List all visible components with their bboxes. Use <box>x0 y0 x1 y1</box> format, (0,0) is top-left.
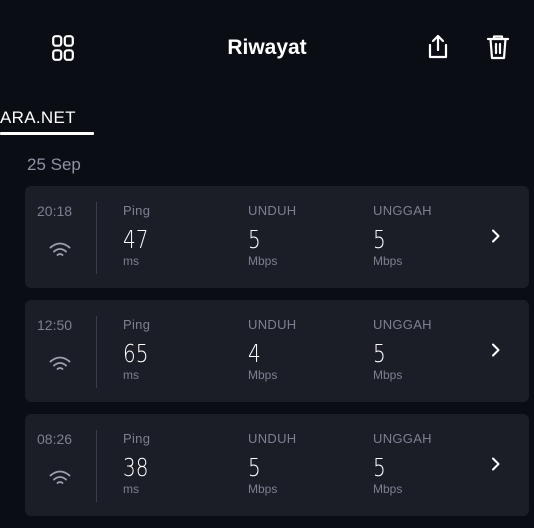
upload-label: UNGGAH <box>373 431 432 446</box>
card-divider <box>96 202 97 274</box>
share-icon[interactable] <box>426 33 450 61</box>
ping-unit: ms <box>123 368 139 382</box>
ping-metric: Ping 47 ms <box>123 203 155 268</box>
upload-unit: Mbps <box>373 482 403 496</box>
wifi-icon <box>49 356 71 370</box>
upload-value: 5 <box>373 225 386 254</box>
upload-unit: Mbps <box>373 254 403 268</box>
result-card[interactable]: 20:18 Ping 47 ms UNDUH 5 Mbps UNGGAH 5 M… <box>25 186 529 288</box>
chevron-right-icon[interactable] <box>491 229 501 243</box>
tab-indicator <box>0 132 94 135</box>
upload-metric: UNGGAH 5 Mbps <box>373 431 432 496</box>
upload-value: 5 <box>373 453 386 482</box>
upload-value: 5 <box>373 339 386 368</box>
download-unit: Mbps <box>248 482 278 496</box>
ping-label: Ping <box>123 203 151 218</box>
result-time: 20:18 <box>37 203 73 219</box>
page-title: Riwayat <box>227 36 307 59</box>
history-screen: Riwayat ARA.NET 25 Sep 20:18 Ping 47 ms <box>0 0 534 528</box>
result-time: 12:50 <box>37 317 73 333</box>
ping-label: Ping <box>123 317 151 332</box>
ping-metric: Ping 65 ms <box>123 317 155 382</box>
download-label: UNDUH <box>248 317 297 332</box>
card-divider <box>96 430 97 502</box>
chevron-right-icon[interactable] <box>491 343 501 357</box>
result-card[interactable]: 08:26 Ping 38 ms UNDUH 5 Mbps UNGGAH 5 M… <box>25 414 529 516</box>
ping-metric: Ping 38 ms <box>123 431 155 496</box>
ping-unit: ms <box>123 482 139 496</box>
upload-unit: Mbps <box>373 368 403 382</box>
upload-label: UNGGAH <box>373 317 432 332</box>
wifi-icon <box>49 470 71 484</box>
upload-metric: UNGGAH 5 Mbps <box>373 203 432 268</box>
wifi-icon <box>49 242 71 256</box>
download-value: 5 <box>248 453 261 482</box>
card-divider <box>96 316 97 388</box>
trash-icon[interactable] <box>486 34 510 60</box>
tab-network[interactable]: ARA.NET <box>0 108 76 128</box>
download-metric: UNDUH 4 Mbps <box>248 317 296 382</box>
download-unit: Mbps <box>248 254 278 268</box>
download-metric: UNDUH 5 Mbps <box>248 203 296 268</box>
result-card[interactable]: 12:50 Ping 65 ms UNDUH 4 Mbps UNGGAH 5 M… <box>25 300 529 402</box>
upload-metric: UNGGAH 5 Mbps <box>373 317 432 382</box>
ping-value: 38 <box>123 453 149 482</box>
ping-label: Ping <box>123 431 151 446</box>
download-value: 5 <box>248 225 261 254</box>
download-value: 4 <box>248 339 261 368</box>
download-unit: Mbps <box>248 368 278 382</box>
date-group-label: 25 Sep <box>27 155 81 174</box>
chevron-right-icon[interactable] <box>491 457 501 471</box>
header: Riwayat <box>0 0 534 92</box>
ping-value: 47 <box>123 225 149 254</box>
ping-value: 65 <box>123 339 149 368</box>
download-label: UNDUH <box>248 431 297 446</box>
download-label: UNDUH <box>248 203 297 218</box>
upload-label: UNGGAH <box>373 203 432 218</box>
download-metric: UNDUH 5 Mbps <box>248 431 296 496</box>
ping-unit: ms <box>123 254 139 268</box>
result-time: 08:26 <box>37 431 73 447</box>
